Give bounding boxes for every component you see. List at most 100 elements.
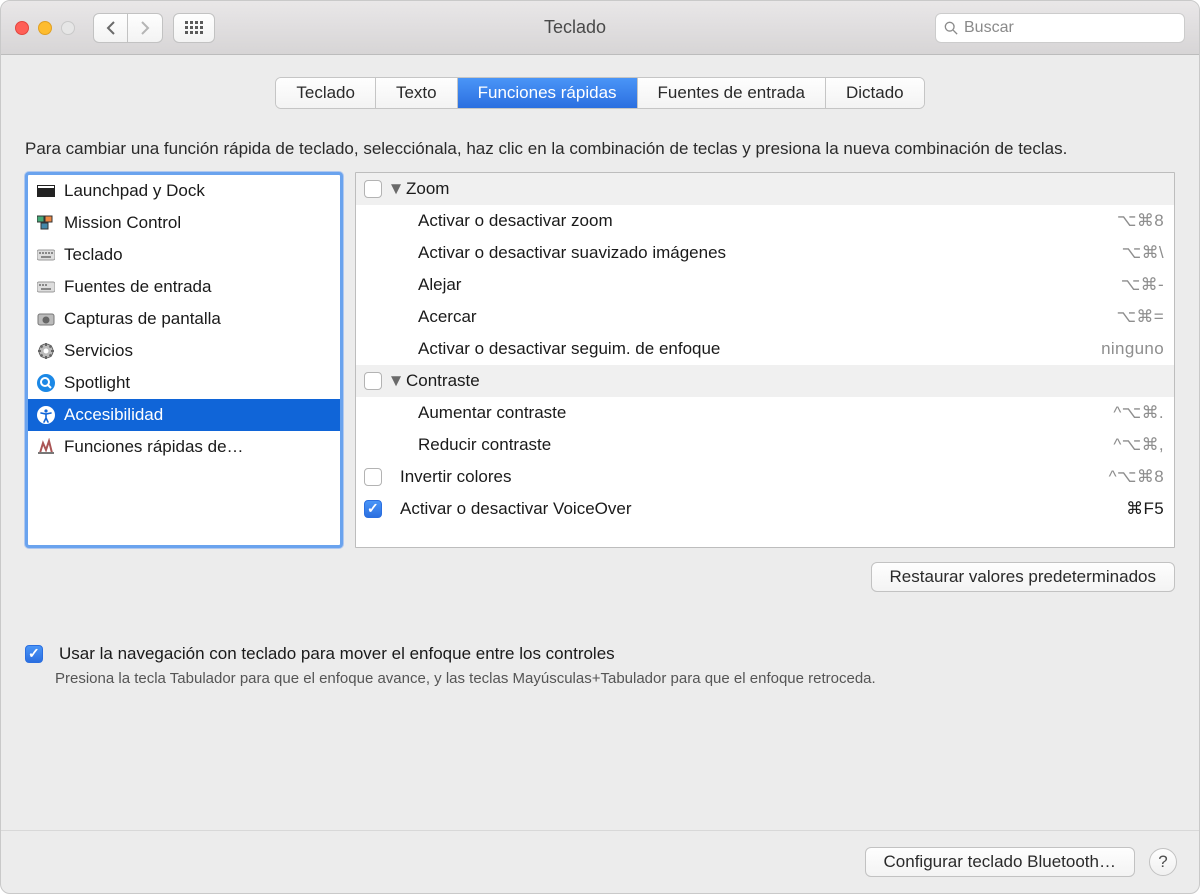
category-keyboard[interactable]: Teclado [28,239,340,271]
tabs-row: TecladoTextoFunciones rápidasFuentes de … [25,77,1175,109]
screenshots-icon [36,309,56,329]
checkbox-spacer [364,276,382,294]
shortcut-checkbox[interactable] [364,500,382,518]
launchpad-icon [36,181,56,201]
shortcut-row[interactable]: Acercar⌥⌘= [356,301,1174,333]
forward-button[interactable] [128,13,163,43]
shortcut-row[interactable]: Aumentar contraste^⌥⌘. [356,397,1174,429]
show-all-button[interactable] [173,13,215,43]
services-icon [36,341,56,361]
shortcut-row[interactable]: ▼ Zoom [356,173,1174,205]
row-actions: Restaurar valores predeterminados [25,562,1175,592]
traffic-lights [15,21,75,35]
keyboard-nav-row: Usar la navegación con teclado para move… [25,644,1175,664]
category-spotlight[interactable]: Spotlight [28,367,340,399]
category-label: Fuentes de entrada [64,277,211,297]
disclosure-triangle-icon[interactable]: ▼ [390,183,402,195]
shortcut-label: Activar o desactivar VoiceOver [390,499,1126,519]
shortcut-row[interactable]: Activar o desactivar seguim. de enfoquen… [356,333,1174,365]
category-label: Accesibilidad [64,405,163,425]
category-launchpad[interactable]: Launchpad y Dock [28,175,340,207]
shortcut-key[interactable]: ⌥⌘8 [1117,211,1164,231]
restore-defaults-label: Restaurar valores predeterminados [890,567,1156,587]
shortcut-list[interactable]: ▼ZoomActivar o desactivar zoom⌥⌘8Activar… [355,172,1175,548]
grid-icon [185,21,203,34]
shortcut-group-label: Zoom [406,179,1164,199]
shortcut-key[interactable]: ^⌥⌘. [1113,403,1164,423]
restore-defaults-button[interactable]: Restaurar valores predeterminados [871,562,1175,592]
shortcut-row[interactable]: Activar o desactivar VoiceOver⌘F5 [356,493,1174,525]
close-button[interactable] [15,21,29,35]
keyboard-nav-label: Usar la navegación con teclado para move… [59,644,615,664]
category-label: Spotlight [64,373,130,393]
tab-teclado[interactable]: Teclado [276,78,376,108]
checkbox-spacer [364,340,382,358]
shortcut-row[interactable]: Reducir contraste^⌥⌘, [356,429,1174,461]
checkbox-spacer [364,308,382,326]
shortcut-label: Aumentar contraste [390,403,1113,423]
shortcut-key[interactable]: ^⌥⌘8 [1109,467,1164,487]
shortcut-row[interactable]: Invertir colores^⌥⌘8 [356,461,1174,493]
preferences-window: Teclado Buscar TecladoTextoFunciones ráp… [0,0,1200,894]
help-label: ? [1158,852,1167,872]
spotlight-icon [36,373,56,393]
shortcut-row[interactable]: Activar o desactivar zoom⌥⌘8 [356,205,1174,237]
category-input-sources[interactable]: Fuentes de entrada [28,271,340,303]
accessibility-icon [36,405,56,425]
keyboard-icon [36,245,56,265]
shortcut-key[interactable]: ⌥⌘= [1116,307,1164,327]
intro-text: Para cambiar una función rápida de tecla… [25,137,1175,162]
columns: Launchpad y Dock Mission Control Teclado Fu… [25,172,1175,548]
app-shortcuts-icon [36,437,56,457]
shortcut-key[interactable]: ninguno [1101,339,1164,359]
mission-control-icon [36,213,56,233]
search-placeholder: Buscar [964,19,1014,37]
shortcut-row[interactable]: Alejar⌥⌘- [356,269,1174,301]
shortcut-key[interactable]: ^⌥⌘, [1113,435,1164,455]
category-list[interactable]: Launchpad y Dock Mission Control Teclado Fu… [25,172,343,548]
back-button[interactable] [93,13,128,43]
shortcut-label: Invertir colores [390,467,1109,487]
help-button[interactable]: ? [1149,848,1177,876]
category-app-shortcuts[interactable]: Funciones rápidas de… [28,431,340,463]
chevron-right-icon [140,21,150,35]
category-label: Funciones rápidas de… [64,437,244,457]
checkbox-spacer [364,244,382,262]
tab-bar: TecladoTextoFunciones rápidasFuentes de … [275,77,924,109]
keyboard-nav-checkbox[interactable] [25,645,43,663]
category-mission-control[interactable]: Mission Control [28,207,340,239]
chevron-left-icon [106,21,116,35]
nav-buttons [93,13,163,43]
category-accessibility[interactable]: Accesibilidad [28,399,340,431]
category-screenshots[interactable]: Capturas de pantalla [28,303,340,335]
disclosure-triangle-icon[interactable]: ▼ [390,375,402,387]
category-services[interactable]: Servicios [28,335,340,367]
shortcut-key[interactable]: ⌥⌘\ [1122,243,1164,263]
shortcut-row[interactable]: ▼Contraste [356,365,1174,397]
shortcut-label: Activar o desactivar zoom [390,211,1117,231]
bluetooth-keyboard-button[interactable]: Configurar teclado Bluetooth… [865,847,1135,877]
shortcut-checkbox[interactable] [364,372,382,390]
category-label: Servicios [64,341,133,361]
category-label: Mission Control [64,213,181,233]
keyboard-nav-help: Presiona la tecla Tabulador para que el … [25,670,1175,687]
search-icon [944,21,958,35]
shortcut-checkbox[interactable] [364,468,382,486]
tab-dictado[interactable]: Dictado [826,78,924,108]
minimize-button[interactable] [38,21,52,35]
shortcut-key[interactable]: ⌘F5 [1126,499,1164,519]
category-label: Capturas de pantalla [64,309,221,329]
shortcut-label: Acercar [390,307,1116,327]
titlebar: Teclado Buscar [1,1,1199,55]
input-sources-icon [36,277,56,297]
zoom-button [61,21,75,35]
shortcut-checkbox[interactable] [364,180,382,198]
tab-funciones-rápidas[interactable]: Funciones rápidas [458,78,638,108]
tab-fuentes-de-entrada[interactable]: Fuentes de entrada [638,78,826,108]
shortcut-key[interactable]: ⌥⌘- [1121,275,1164,295]
tab-texto[interactable]: Texto [376,78,458,108]
search-field[interactable]: Buscar [935,13,1185,43]
shortcut-row[interactable]: Activar o desactivar suavizado imágenes⌥… [356,237,1174,269]
checkbox-spacer [364,404,382,422]
bottom-bar: Configurar teclado Bluetooth… ? [1,830,1199,893]
